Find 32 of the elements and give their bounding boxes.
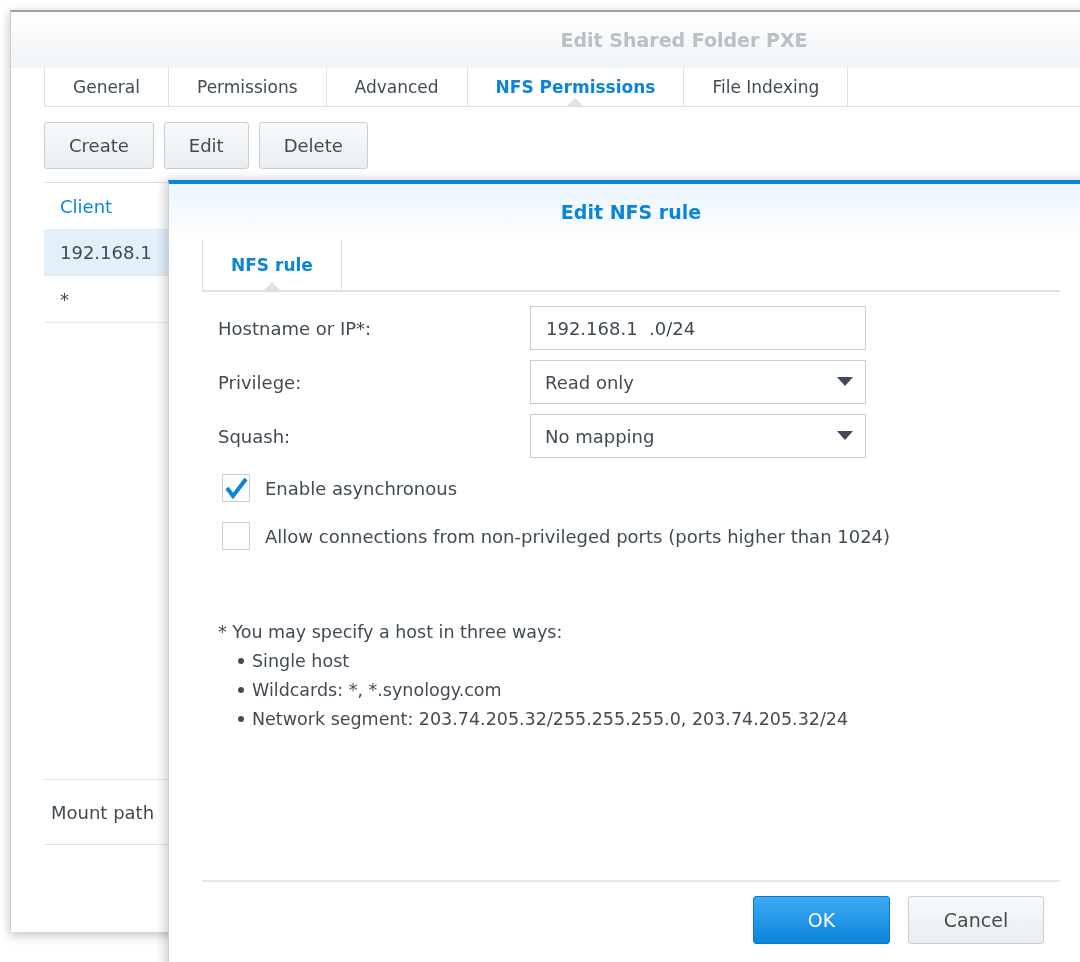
tab[interactable]: General <box>44 68 168 106</box>
note-item: Network segment: 203.74.205.32/255.255.255.0, 203.74.205.32/24 <box>252 709 849 729</box>
field-label: Squash: <box>218 425 292 447</box>
checkbox[interactable] <box>222 474 250 502</box>
hostname-field[interactable]: 192.168.1 .0/24 <box>530 306 866 350</box>
dialog-title: Edit NFS rule <box>560 201 702 223</box>
toolbar-button[interactable]: Edit <box>163 122 249 169</box>
field-label: Hostname or IP*: <box>218 317 373 339</box>
checkbox-label: Enable asynchronous <box>265 477 458 499</box>
note-item: Wildcards: *, *.synology.com <box>252 680 502 700</box>
toolbar-button[interactable]: Delete <box>258 122 368 169</box>
tab[interactable]: NFS Permissions <box>466 68 684 106</box>
window-title: Edit Shared Folder PXE <box>560 29 808 51</box>
mount-path-label: Mount path <box>50 801 155 823</box>
tab[interactable]: File Indexing <box>683 68 849 106</box>
tab[interactable]: Advanced <box>325 68 467 106</box>
bullet-icon <box>238 687 244 693</box>
note-heading: * You may specify a host in three ways: <box>218 622 564 642</box>
field-label: Privilege: <box>218 371 303 393</box>
dropdown-field[interactable]: Read only <box>530 360 866 404</box>
checkbox-label: Allow connections from non-privileged ports (ports higher than 1024) <box>265 525 891 547</box>
tab[interactable]: Permissions <box>168 68 326 106</box>
tab[interactable]: NFS rule <box>202 240 342 290</box>
checkbox[interactable] <box>222 522 250 550</box>
dropdown-caret-icon <box>837 377 853 387</box>
cancel-button[interactable]: Cancel <box>908 896 1044 944</box>
dropdown-field[interactable]: No mapping <box>530 414 866 458</box>
bullet-icon <box>238 716 244 722</box>
note-item: Single host <box>252 651 350 671</box>
toolbar-button[interactable]: Create <box>44 122 154 169</box>
bullet-icon <box>238 658 244 664</box>
dropdown-caret-icon <box>837 431 853 441</box>
